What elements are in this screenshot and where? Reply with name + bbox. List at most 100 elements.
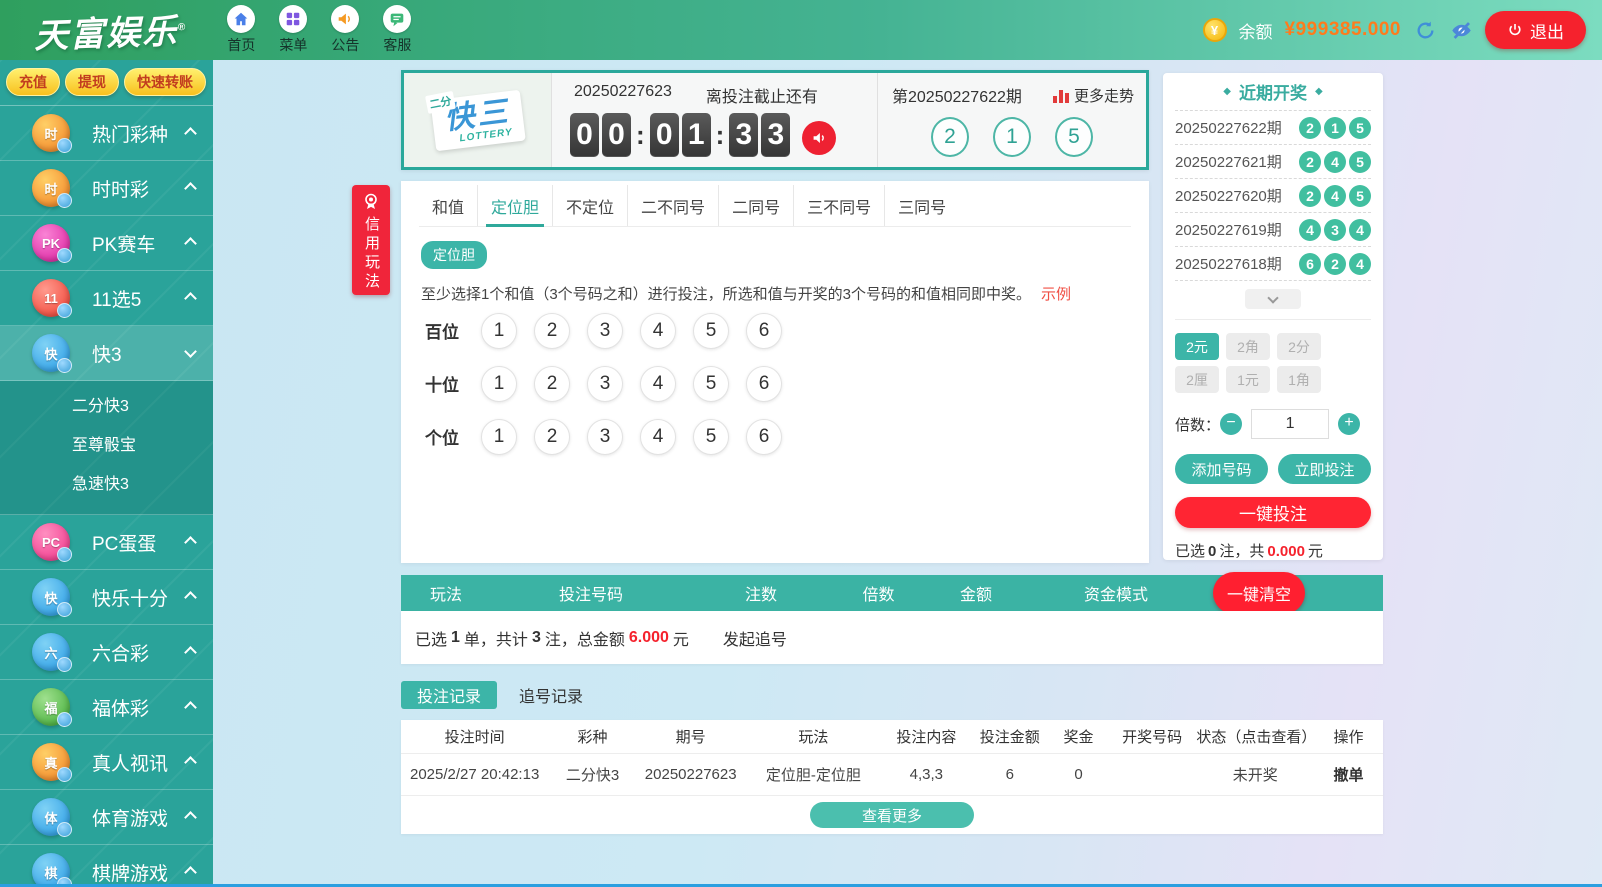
col-header: 奖金 (1049, 726, 1108, 747)
tab-erbutonghao[interactable]: 二不同号 (628, 185, 719, 226)
one-key-bet-button[interactable]: 一键投注 (1175, 497, 1371, 528)
withdraw-button[interactable]: 提现 (65, 68, 119, 96)
logout-button[interactable]: 退出 (1485, 11, 1586, 49)
sidebar-item-11x5[interactable]: 11 11选5 (0, 271, 213, 326)
submenu-item-jisukuai3[interactable]: 急速快3 (0, 465, 213, 504)
deposit-button[interactable]: 充值 (6, 68, 60, 96)
menu-grid-icon (279, 5, 307, 33)
sidebar-item-board-games[interactable]: 棋 棋牌游戏 (0, 845, 213, 887)
tab-budingwei[interactable]: 不定位 (553, 185, 628, 226)
add-number-button[interactable]: 添加号码 (1175, 454, 1268, 484)
tab-sanbutonghao[interactable]: 三不同号 (794, 185, 885, 226)
sidebar-item-futicai[interactable]: 福 福体彩 (0, 680, 213, 735)
cell-content: 4,3,3 (882, 766, 970, 783)
num-button[interactable]: 1 (481, 313, 517, 349)
num-button[interactable]: 1 (481, 419, 517, 455)
nav-announcement[interactable]: 公告 (331, 5, 359, 55)
lottery-ball-icon: PK (32, 224, 70, 262)
refresh-icon[interactable] (1413, 18, 1437, 42)
submenu-item-erfenkuai3[interactable]: 二分快3 (0, 387, 213, 426)
sidebar-item-ssc[interactable]: 时 时时彩 (0, 161, 213, 216)
num-button[interactable]: 4 (640, 313, 676, 349)
draw-issue: 20250227619期 (1175, 219, 1296, 240)
more-trend-link[interactable]: 更多走势 (1053, 85, 1134, 106)
draw-issue: 20250227621期 (1175, 151, 1296, 172)
chevron-up-icon (184, 591, 197, 604)
right-panel: ◆ 近期开奖 ◆ 20250227622期 2 1 5 20250227621期… (1163, 73, 1383, 560)
num-button[interactable]: 1 (481, 366, 517, 402)
example-link[interactable]: 示例 (1041, 286, 1071, 303)
game-logo-cell: 二分 快三 LOTTERY (404, 73, 552, 167)
sound-toggle-icon[interactable] (802, 121, 836, 155)
num-button[interactable]: 6 (746, 419, 782, 455)
draw-ball: 3 (1324, 219, 1346, 241)
game-logo-sticker: 二分 快三 LOTTERY (430, 89, 526, 151)
sidebar-item-label: 热门彩种 (92, 120, 186, 147)
eye-off-icon[interactable] (1449, 18, 1473, 42)
nav-home[interactable]: 首页 (227, 5, 255, 55)
amount-2li[interactable]: 2厘 (1175, 366, 1219, 393)
draw-ball: 2 (1324, 253, 1346, 275)
credit-play-ribbon[interactable]: 信用玩法 (352, 185, 390, 295)
sidebar-item-live[interactable]: 真 真人视讯 (0, 735, 213, 790)
lottery-ball-icon: 11 (32, 279, 70, 317)
num-button[interactable]: 3 (587, 419, 623, 455)
num-button[interactable]: 4 (640, 366, 676, 402)
nav-menu[interactable]: 菜单 (279, 5, 307, 55)
nav-service[interactable]: 客服 (383, 5, 411, 55)
amount-2yuan[interactable]: 2元 (1175, 333, 1219, 360)
cancel-order-link[interactable]: 撤单 (1314, 764, 1383, 785)
amount-2jiao[interactable]: 2角 (1226, 333, 1270, 360)
multiplier-minus-button[interactable]: − (1220, 413, 1242, 435)
tab-ertonghao[interactable]: 二同号 (719, 185, 794, 226)
amount-1jiao[interactable]: 1角 (1277, 366, 1321, 393)
num-button[interactable]: 6 (746, 366, 782, 402)
num-button[interactable]: 2 (534, 419, 570, 455)
num-button[interactable]: 5 (693, 313, 729, 349)
sidebar-item-kuaile10[interactable]: 快 快乐十分 (0, 570, 213, 625)
num-button[interactable]: 4 (640, 419, 676, 455)
col-header: 期号 (637, 726, 745, 747)
quick-transfer-button[interactable]: 快速转账 (124, 68, 206, 96)
sidebar-item-label: 快3 (92, 340, 186, 367)
amount-2fen[interactable]: 2分 (1277, 333, 1321, 360)
sidebar-item-liuhecai[interactable]: 六 六合彩 (0, 625, 213, 680)
num-button[interactable]: 5 (693, 366, 729, 402)
num-button[interactable]: 3 (587, 366, 623, 402)
col-header: 开奖号码 (1108, 726, 1196, 747)
balance-label: 余额 (1239, 18, 1273, 43)
sidebar-item-hot[interactable]: 时 热门彩种 (0, 106, 213, 161)
num-button[interactable]: 6 (746, 313, 782, 349)
draw-ball: 4 (1324, 151, 1346, 173)
num-button[interactable]: 5 (693, 419, 729, 455)
registered-mark: ® (178, 22, 186, 33)
view-more-button[interactable]: 查看更多 (810, 802, 974, 828)
countdown-digit: 3 (729, 113, 758, 157)
clear-all-button[interactable]: 一键清空 (1213, 572, 1305, 614)
records-panel: 投注时间 彩种 期号 玩法 投注内容 投注金额 奖金 开奖号码 状态（点击查看）… (401, 720, 1383, 834)
multiplier-plus-button[interactable]: + (1338, 413, 1360, 435)
sidebar-item-pk[interactable]: PK PK赛车 (0, 216, 213, 271)
cell-status[interactable]: 未开奖 (1196, 764, 1314, 785)
tab-chase-records[interactable]: 追号记录 (519, 683, 583, 707)
num-button[interactable]: 2 (534, 366, 570, 402)
col-header: 投注时间 (401, 726, 548, 747)
num-button[interactable]: 2 (534, 313, 570, 349)
submenu-item-zhizunshaibao[interactable]: 至尊骰宝 (0, 426, 213, 465)
tab-santonghao[interactable]: 三同号 (885, 185, 959, 226)
expand-draws-button[interactable] (1245, 289, 1301, 309)
amount-1yuan[interactable]: 1元 (1226, 366, 1270, 393)
tab-dingweidan[interactable]: 定位胆 (478, 185, 553, 226)
sidebar-item-kuai3[interactable]: 快 快3 (0, 326, 213, 381)
sidebar-item-pcdandan[interactable]: PC PC蛋蛋 (0, 515, 213, 570)
draw-ball: 5 (1349, 185, 1371, 207)
tab-hezhi[interactable]: 和值 (419, 185, 478, 226)
sidebar-item-sports[interactable]: 体 体育游戏 (0, 790, 213, 845)
start-chase-link[interactable]: 发起追号 (723, 626, 787, 650)
lottery-ball-icon: 时 (32, 169, 70, 207)
num-button[interactable]: 3 (587, 313, 623, 349)
tab-bet-records[interactable]: 投注记录 (401, 681, 497, 709)
multiplier-input[interactable] (1251, 409, 1329, 439)
draw-ball: 1 (1324, 117, 1346, 139)
bet-now-button[interactable]: 立即投注 (1278, 454, 1371, 484)
